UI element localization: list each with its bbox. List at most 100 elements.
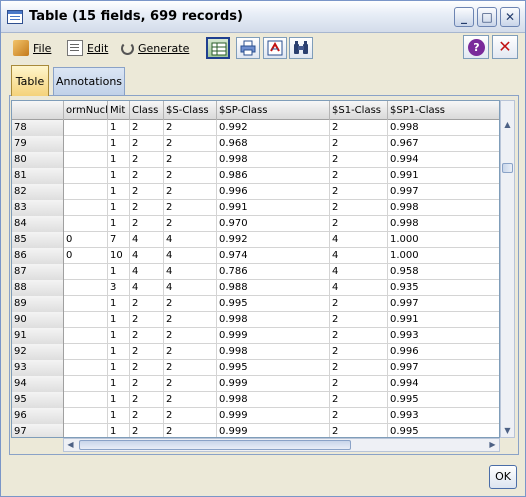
vertical-scrollbar[interactable]: ▲ ▼ xyxy=(500,100,515,438)
table-cell[interactable]: 2 xyxy=(164,216,217,232)
header-col-sp-class[interactable]: $SP-Class xyxy=(217,101,330,120)
row-number[interactable]: 80 xyxy=(12,152,64,168)
row-number[interactable]: 89 xyxy=(12,296,64,312)
row-number[interactable]: 81 xyxy=(12,168,64,184)
help-button[interactable]: ? xyxy=(463,35,489,59)
table-cell[interactable]: 0.968 xyxy=(217,136,330,152)
table-cell[interactable] xyxy=(64,312,108,328)
horizontal-scroll-thumb[interactable] xyxy=(79,440,351,450)
table-cell[interactable]: 1 xyxy=(108,296,130,312)
table-row[interactable]: 78 1 2 2 0.992 2 0.998 xyxy=(12,120,499,136)
table-cell[interactable]: 0.974 xyxy=(217,248,330,264)
table-row[interactable]: 94 1 2 2 0.999 2 0.994 xyxy=(12,376,499,392)
table-cell[interactable]: 2 xyxy=(330,216,388,232)
table-cell[interactable]: 2 xyxy=(164,360,217,376)
table-cell[interactable]: 1 xyxy=(108,392,130,408)
table-cell[interactable] xyxy=(64,280,108,296)
table-cell[interactable]: 0.970 xyxy=(217,216,330,232)
table-cell[interactable]: 2 xyxy=(130,424,164,437)
table-row[interactable]: 95 1 2 2 0.998 2 0.995 xyxy=(12,392,499,408)
minimize-button[interactable]: _ xyxy=(454,7,474,27)
table-cell[interactable]: 1 xyxy=(108,328,130,344)
table-cell[interactable]: 0.998 xyxy=(217,344,330,360)
tab-annotations[interactable]: Annotations xyxy=(53,67,125,95)
table-view-button[interactable] xyxy=(206,37,230,59)
table-cell[interactable]: 2 xyxy=(330,344,388,360)
table-cell[interactable] xyxy=(64,120,108,136)
table-cell[interactable] xyxy=(64,264,108,280)
table-cell[interactable]: 0.988 xyxy=(217,280,330,296)
file-menu[interactable]: File xyxy=(13,39,51,57)
table-cell[interactable]: 2 xyxy=(164,200,217,216)
table-row[interactable]: 92 1 2 2 0.998 2 0.996 xyxy=(12,344,499,360)
vertical-scroll-thumb[interactable] xyxy=(502,163,513,173)
table-cell[interactable]: 2 xyxy=(330,328,388,344)
table-cell[interactable]: 0.991 xyxy=(217,200,330,216)
table-cell[interactable] xyxy=(64,184,108,200)
table-cell[interactable]: 0.998 xyxy=(388,200,499,216)
window-close-button[interactable]: ✕ xyxy=(500,7,520,27)
table-cell[interactable]: 0.995 xyxy=(217,360,330,376)
table-row[interactable]: 83 1 2 2 0.991 2 0.998 xyxy=(12,200,499,216)
row-number[interactable]: 84 xyxy=(12,216,64,232)
table-cell[interactable]: 1 xyxy=(108,264,130,280)
table-cell[interactable]: 2 xyxy=(330,408,388,424)
table-cell[interactable]: 4 xyxy=(330,280,388,296)
table-cell[interactable]: 2 xyxy=(330,168,388,184)
row-number[interactable]: 94 xyxy=(12,376,64,392)
table-cell[interactable]: 2 xyxy=(164,312,217,328)
table-cell[interactable] xyxy=(64,136,108,152)
table-cell[interactable] xyxy=(64,344,108,360)
row-number[interactable]: 91 xyxy=(12,328,64,344)
table-cell[interactable] xyxy=(64,424,108,437)
table-cell[interactable]: 2 xyxy=(130,136,164,152)
table-cell[interactable]: 2 xyxy=(130,152,164,168)
table-cell[interactable]: 0.996 xyxy=(217,184,330,200)
table-row[interactable]: 91 1 2 2 0.999 2 0.993 xyxy=(12,328,499,344)
table-cell[interactable]: 2 xyxy=(130,184,164,200)
table-cell[interactable]: 0.994 xyxy=(388,152,499,168)
table-cell[interactable]: 4 xyxy=(330,232,388,248)
table-cell[interactable]: 2 xyxy=(130,168,164,184)
table-cell[interactable]: 0.997 xyxy=(388,296,499,312)
row-number[interactable]: 95 xyxy=(12,392,64,408)
table-cell[interactable] xyxy=(64,200,108,216)
table-cell[interactable]: 1 xyxy=(108,136,130,152)
table-cell[interactable] xyxy=(64,296,108,312)
table-row[interactable]: 90 1 2 2 0.998 2 0.991 xyxy=(12,312,499,328)
table-row[interactable]: 84 1 2 2 0.970 2 0.998 xyxy=(12,216,499,232)
table-cell[interactable]: 0.992 xyxy=(217,232,330,248)
table-row[interactable]: 89 1 2 2 0.995 2 0.997 xyxy=(12,296,499,312)
table-cell[interactable]: 4 xyxy=(164,232,217,248)
table-cell[interactable]: 0.998 xyxy=(388,216,499,232)
table-cell[interactable]: 0.996 xyxy=(388,344,499,360)
table-cell[interactable]: 4 xyxy=(164,264,217,280)
table-cell[interactable]: 2 xyxy=(164,408,217,424)
table-cell[interactable]: 2 xyxy=(164,328,217,344)
table-cell[interactable]: 0.994 xyxy=(388,376,499,392)
table-cell[interactable]: 2 xyxy=(330,152,388,168)
table-cell[interactable]: 0.992 xyxy=(217,120,330,136)
table-row[interactable]: 82 1 2 2 0.996 2 0.997 xyxy=(12,184,499,200)
table-cell[interactable]: 0.998 xyxy=(217,312,330,328)
row-number[interactable]: 79 xyxy=(12,136,64,152)
table-cell[interactable]: 2 xyxy=(164,344,217,360)
table-cell[interactable]: 4 xyxy=(130,232,164,248)
table-cell[interactable]: 0.999 xyxy=(217,424,330,437)
table-cell[interactable]: 2 xyxy=(164,136,217,152)
table-cell[interactable]: 1 xyxy=(108,120,130,136)
table-cell[interactable]: 2 xyxy=(164,376,217,392)
table-cell[interactable]: 1 xyxy=(108,200,130,216)
table-cell[interactable]: 2 xyxy=(130,216,164,232)
maximize-button[interactable]: □ xyxy=(477,7,497,27)
table-cell[interactable]: 2 xyxy=(330,296,388,312)
table-cell[interactable]: 0.991 xyxy=(388,312,499,328)
row-number[interactable]: 92 xyxy=(12,344,64,360)
table-cell[interactable]: 2 xyxy=(130,120,164,136)
table-row[interactable]: 80 1 2 2 0.998 2 0.994 xyxy=(12,152,499,168)
table-row[interactable]: 97 1 2 2 0.999 2 0.995 xyxy=(12,424,499,437)
table-cell[interactable]: 2 xyxy=(130,392,164,408)
table-cell[interactable]: 0.998 xyxy=(217,152,330,168)
table-cell[interactable] xyxy=(64,216,108,232)
table-row[interactable]: 88 3 4 4 0.988 4 0.935 xyxy=(12,280,499,296)
